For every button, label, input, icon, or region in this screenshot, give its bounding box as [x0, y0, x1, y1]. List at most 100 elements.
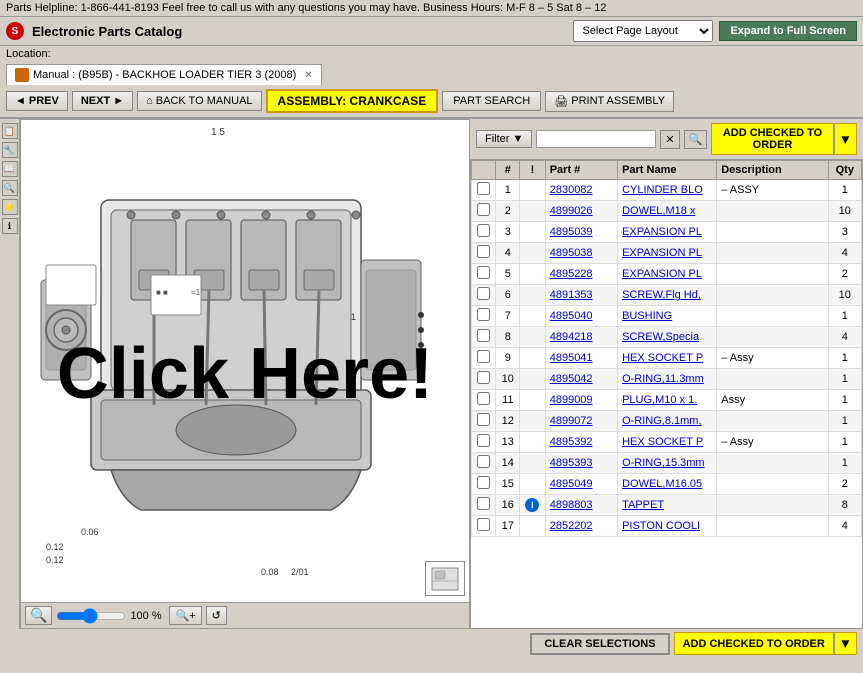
- prev-button[interactable]: ◄ PREV: [6, 91, 68, 111]
- part-number-link[interactable]: 4895042: [550, 373, 593, 385]
- row-checkbox-cell[interactable]: [472, 264, 496, 285]
- part-name-link[interactable]: DOWEL,M16.05: [622, 478, 702, 490]
- bottom-add-checked-button[interactable]: ADD CHECKED TO ORDER: [674, 632, 834, 655]
- zoom-out-button[interactable]: 🔍: [25, 606, 52, 625]
- row-checkbox[interactable]: [477, 224, 490, 237]
- part-name-link[interactable]: O-RING,8.1mm,: [622, 415, 701, 427]
- info-icon[interactable]: i: [525, 498, 539, 512]
- part-name-link[interactable]: EXPANSION PL: [622, 247, 702, 259]
- row-checkbox[interactable]: [477, 518, 490, 531]
- sidebar-icon-3[interactable]: 📖: [2, 161, 18, 177]
- row-part-num[interactable]: 4895039: [545, 222, 617, 243]
- add-checked-to-order-button[interactable]: ADD CHECKED TO ORDER: [711, 123, 834, 155]
- part-number-link[interactable]: 4894218: [550, 331, 593, 343]
- row-checkbox-cell[interactable]: [472, 222, 496, 243]
- part-number-link[interactable]: 4895228: [550, 268, 593, 280]
- row-part-num[interactable]: 4895228: [545, 264, 617, 285]
- row-part-num[interactable]: 4891353: [545, 285, 617, 306]
- row-checkbox[interactable]: [477, 287, 490, 300]
- filter-button[interactable]: Filter ▼: [476, 130, 532, 148]
- row-checkbox-cell[interactable]: [472, 516, 496, 537]
- filter-input[interactable]: [536, 130, 656, 148]
- row-checkbox-cell[interactable]: [472, 390, 496, 411]
- row-checkbox[interactable]: [477, 245, 490, 258]
- back-to-manual-button[interactable]: ⌂ BACK TO MANUAL: [137, 91, 261, 111]
- row-checkbox-cell[interactable]: [472, 285, 496, 306]
- row-part-num[interactable]: 4894218: [545, 327, 617, 348]
- row-part-num[interactable]: 4895392: [545, 432, 617, 453]
- row-checkbox-cell[interactable]: [472, 306, 496, 327]
- manual-tab-close[interactable]: ✕: [304, 70, 312, 81]
- add-checked-dropdown-button[interactable]: ▼: [834, 123, 857, 155]
- expand-fullscreen-button[interactable]: Expand to Full Screen: [719, 21, 857, 41]
- part-name-link[interactable]: EXPANSION PL: [622, 226, 702, 238]
- row-checkbox[interactable]: [477, 476, 490, 489]
- row-checkbox[interactable]: [477, 371, 490, 384]
- row-part-num[interactable]: 4895038: [545, 243, 617, 264]
- assembly-crankcase-button[interactable]: ASSEMBLY: CRANKCASE: [266, 89, 439, 113]
- filter-search-button[interactable]: 🔍: [684, 130, 708, 149]
- part-number-link[interactable]: 4895040: [550, 310, 593, 322]
- row-checkbox[interactable]: [477, 182, 490, 195]
- row-checkbox[interactable]: [477, 497, 490, 510]
- row-part-num[interactable]: 2852202: [545, 516, 617, 537]
- minimap-button[interactable]: [425, 561, 465, 596]
- row-part-num[interactable]: 4899072: [545, 411, 617, 432]
- row-checkbox-cell[interactable]: [472, 369, 496, 390]
- row-checkbox-cell[interactable]: [472, 327, 496, 348]
- part-number-link[interactable]: 2852202: [550, 520, 593, 532]
- part-name-link[interactable]: BUSHING: [622, 310, 672, 322]
- zoom-in-button[interactable]: 🔍+: [169, 606, 201, 625]
- row-checkbox[interactable]: [477, 266, 490, 279]
- row-part-num[interactable]: 4898803: [545, 495, 617, 516]
- sidebar-icon-2[interactable]: 🔧: [2, 142, 18, 158]
- row-part-num[interactable]: 4895393: [545, 453, 617, 474]
- part-name-link[interactable]: PISTON COOLI: [622, 520, 700, 532]
- part-name-link[interactable]: EXPANSION PL: [622, 268, 702, 280]
- row-part-num[interactable]: 4895049: [545, 474, 617, 495]
- part-number-link[interactable]: 4895393: [550, 457, 593, 469]
- row-checkbox-cell[interactable]: [472, 474, 496, 495]
- row-checkbox[interactable]: [477, 329, 490, 342]
- row-checkbox-cell[interactable]: [472, 453, 496, 474]
- filter-clear-button[interactable]: ✕: [660, 130, 679, 149]
- part-number-link[interactable]: 2830082: [550, 184, 593, 196]
- bottom-add-dropdown-button[interactable]: ▼: [834, 632, 857, 655]
- row-checkbox-cell[interactable]: [472, 243, 496, 264]
- row-checkbox-cell[interactable]: [472, 201, 496, 222]
- part-search-button[interactable]: PART SEARCH: [442, 91, 541, 111]
- part-number-link[interactable]: 4899026: [550, 205, 593, 217]
- part-name-link[interactable]: HEX SOCKET P: [622, 436, 703, 448]
- row-checkbox[interactable]: [477, 308, 490, 321]
- zoom-slider[interactable]: [56, 608, 126, 624]
- row-part-num[interactable]: 4895041: [545, 348, 617, 369]
- row-checkbox[interactable]: [477, 455, 490, 468]
- row-part-num[interactable]: 4899009: [545, 390, 617, 411]
- row-checkbox[interactable]: [477, 203, 490, 216]
- next-button[interactable]: NEXT ►: [72, 91, 133, 111]
- part-name-link[interactable]: SCREW,Flg Hd,: [622, 289, 701, 301]
- part-number-link[interactable]: 4891353: [550, 289, 593, 301]
- part-name-link[interactable]: DOWEL,M18 x: [622, 205, 695, 217]
- part-name-link[interactable]: O-RING,15.3mm: [622, 457, 705, 469]
- part-number-link[interactable]: 4895038: [550, 247, 593, 259]
- part-name-link[interactable]: TAPPET: [622, 499, 664, 511]
- row-checkbox-cell[interactable]: [472, 180, 496, 201]
- part-number-link[interactable]: 4895392: [550, 436, 593, 448]
- manual-tab[interactable]: Manual : (B95B) - BACKHOE LOADER TIER 3 …: [6, 64, 322, 85]
- clear-selections-button[interactable]: CLEAR SELECTIONS: [530, 633, 669, 655]
- row-checkbox[interactable]: [477, 434, 490, 447]
- part-number-link[interactable]: 4895049: [550, 478, 593, 490]
- row-checkbox-cell[interactable]: [472, 432, 496, 453]
- row-checkbox-cell[interactable]: [472, 348, 496, 369]
- row-checkbox-cell[interactable]: [472, 411, 496, 432]
- part-name-link[interactable]: PLUG,M10 x 1.: [622, 394, 697, 406]
- print-assembly-button[interactable]: 🖨 PRINT ASSEMBLY: [545, 91, 674, 112]
- part-name-link[interactable]: HEX SOCKET P: [622, 352, 703, 364]
- sidebar-icon-4[interactable]: 🔍: [2, 180, 18, 196]
- sidebar-icon-6[interactable]: ℹ: [2, 218, 18, 234]
- row-part-num[interactable]: 4895042: [545, 369, 617, 390]
- part-number-link[interactable]: 4899072: [550, 415, 593, 427]
- row-checkbox-cell[interactable]: [472, 495, 496, 516]
- row-checkbox[interactable]: [477, 413, 490, 426]
